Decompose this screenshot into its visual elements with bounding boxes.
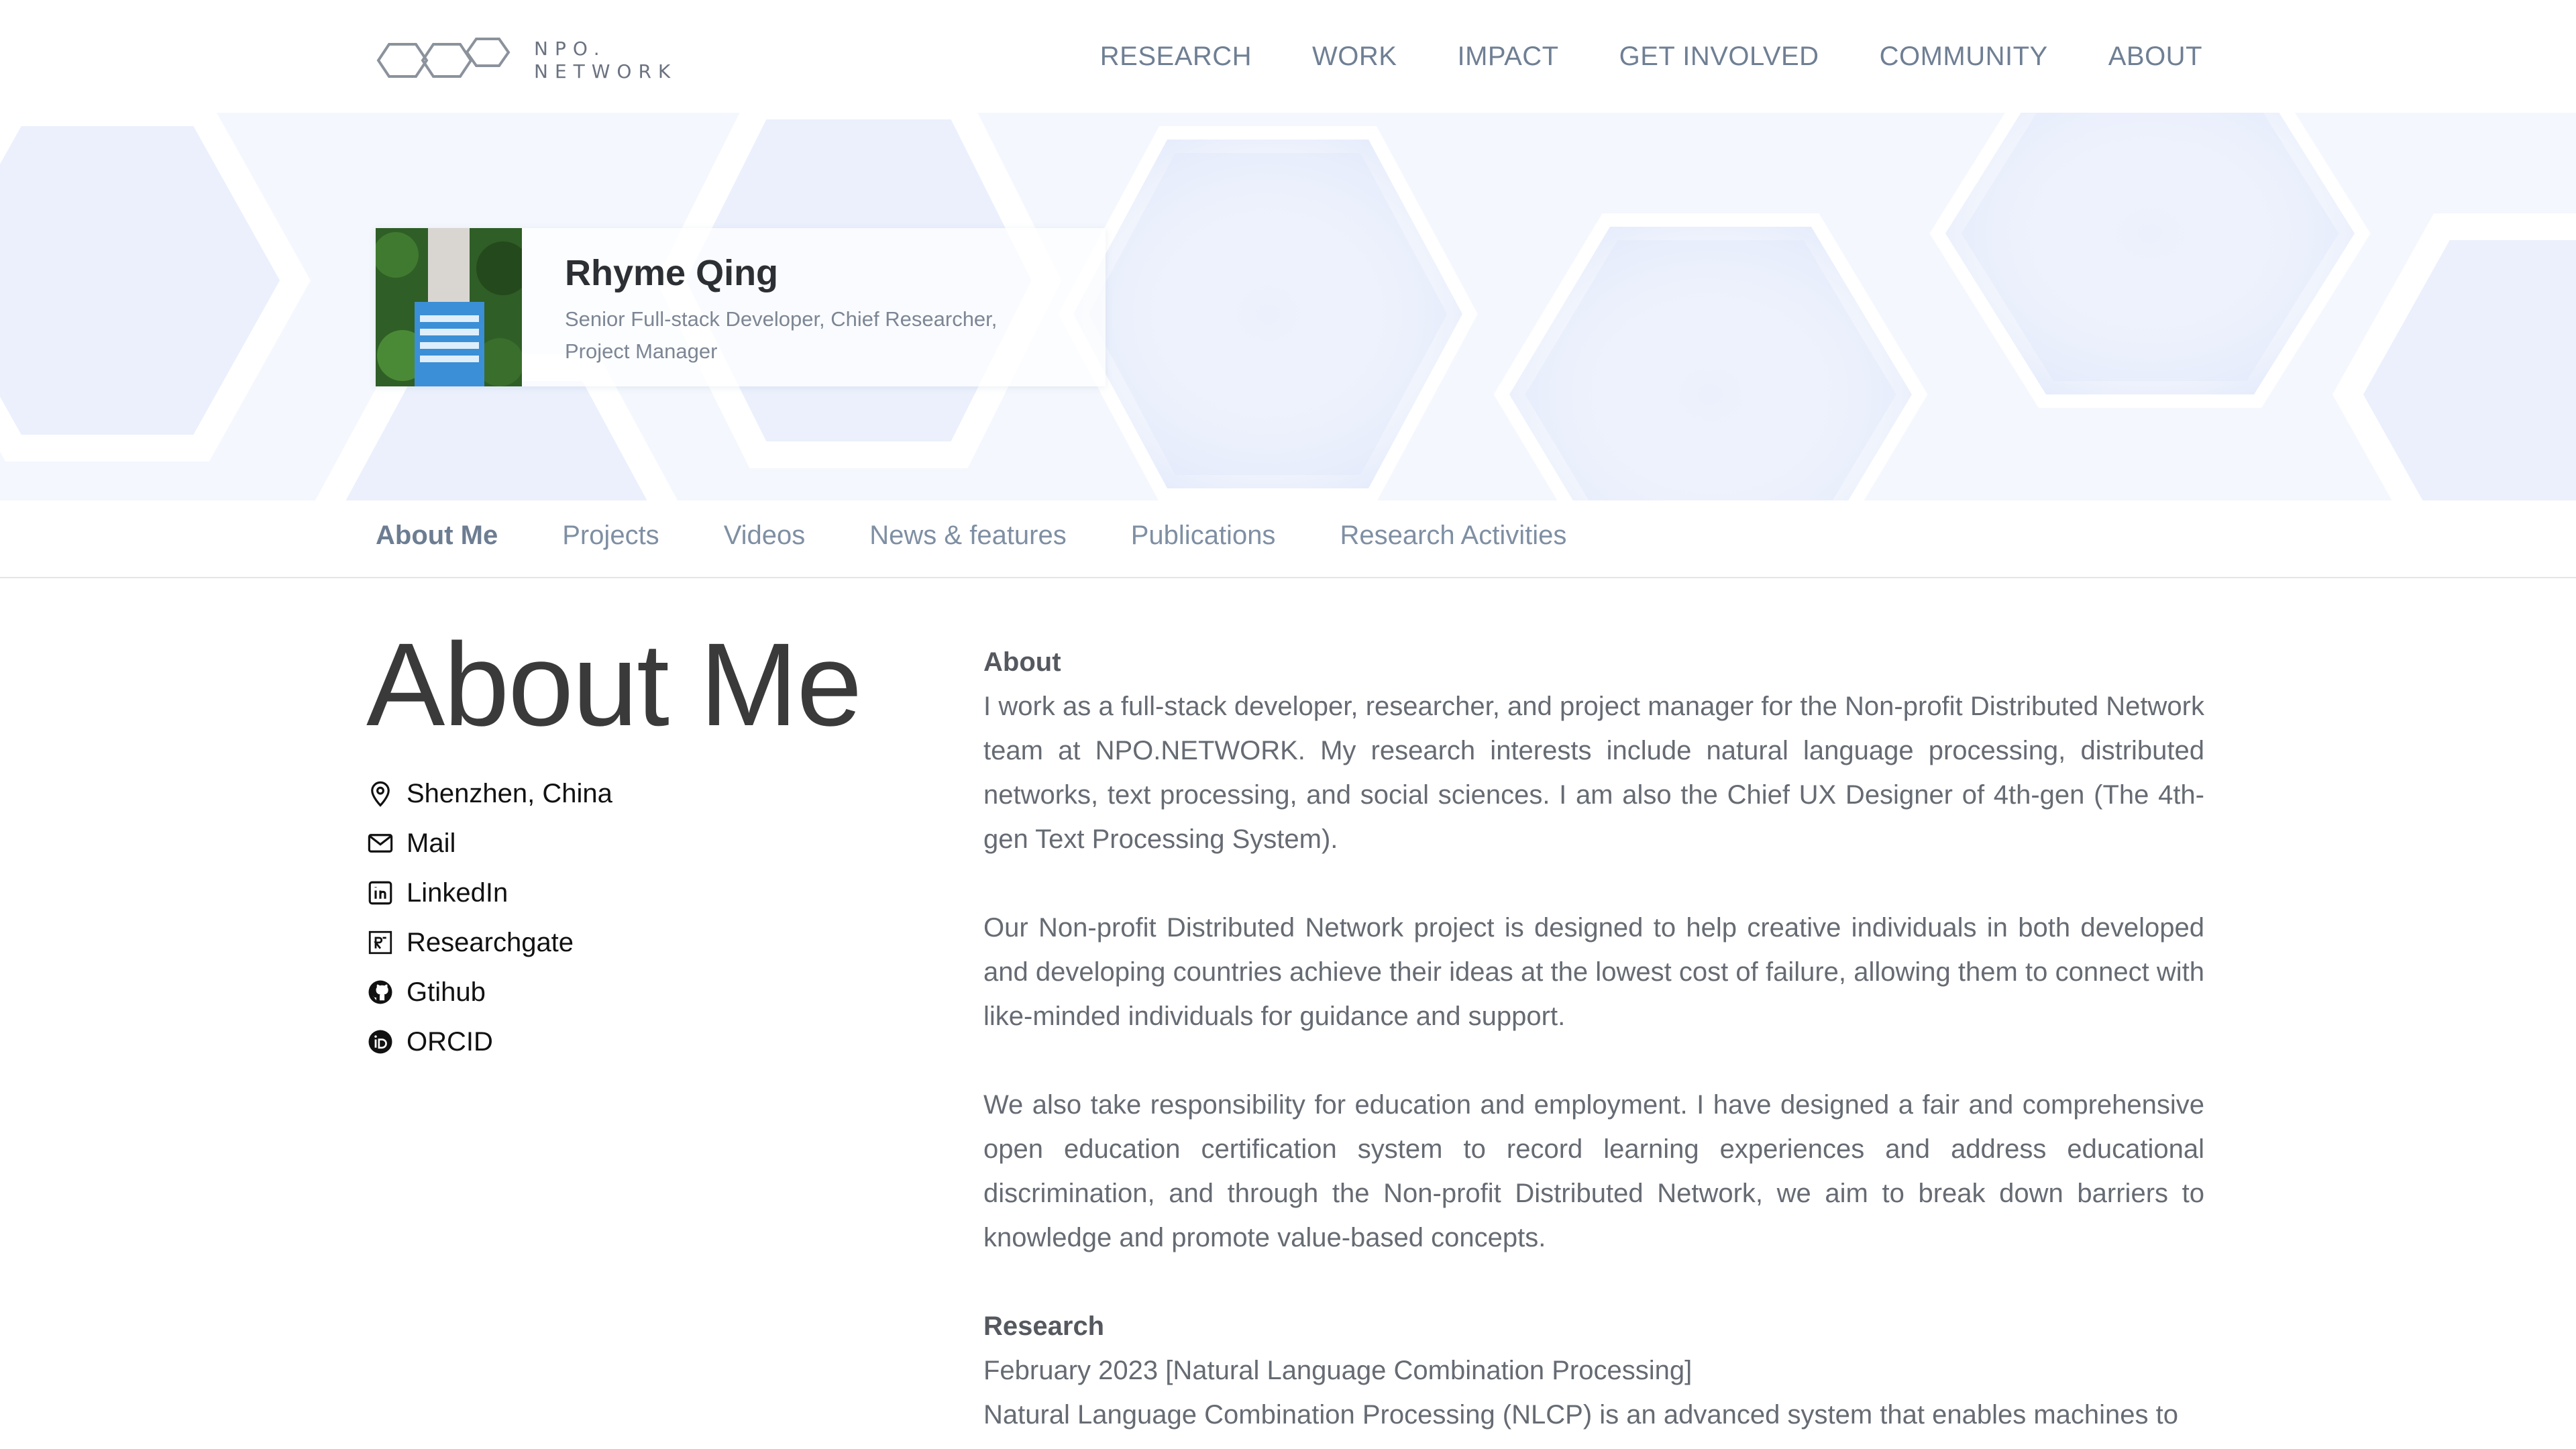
about-paragraph-2: Our Non-profit Distributed Network proje… — [983, 913, 2204, 1031]
profile-role: Senior Full-stack Developer, Chief Resea… — [565, 307, 998, 363]
nav-get-involved[interactable]: GET INVOLVED — [1619, 42, 1819, 72]
tab-publications[interactable]: Publications — [1131, 521, 1276, 551]
location-pin-icon — [366, 780, 394, 808]
contact-list: Shenzhen, China Mail LinkedIn Researchga… — [366, 769, 612, 1067]
contact-location-label: Shenzhen, China — [407, 778, 612, 808]
research-date: February 2023 [Natural Language Combinat… — [983, 1356, 1693, 1385]
profile-avatar — [376, 228, 522, 386]
research-text: Natural Language Combination Processing … — [983, 1400, 2178, 1430]
tab-research-activities[interactable]: Research Activities — [1340, 521, 1566, 551]
page-title: About Me — [366, 619, 862, 751]
tab-projects[interactable]: Projects — [562, 521, 659, 551]
logo-line-2: NETWORK — [534, 60, 678, 83]
contact-linkedin-label[interactable]: LinkedIn — [407, 878, 508, 908]
about-paragraph-3: We also take responsibility for educatio… — [983, 1090, 2204, 1252]
page: NPO. NETWORK RESEARCH WORK IMPACT GET IN… — [0, 0, 2576, 1449]
logo-hexagons-icon — [376, 38, 511, 78]
tab-about-me[interactable]: About Me — [376, 521, 498, 551]
mail-icon — [366, 829, 394, 857]
logo-line-1: NPO. — [534, 38, 606, 60]
about-heading: About — [983, 647, 1061, 677]
contact-mail-label[interactable]: Mail — [407, 828, 455, 859]
tab-news-features[interactable]: News & features — [869, 521, 1066, 551]
profile-hero: Rhyme Qing Senior Full-stack Developer, … — [0, 113, 2576, 500]
contact-researchgate-label[interactable]: Researchgate — [407, 928, 574, 958]
site-logo[interactable]: NPO. NETWORK — [374, 32, 696, 89]
researchgate-icon — [366, 928, 394, 957]
research-heading: Research — [983, 1311, 1105, 1341]
site-header: NPO. NETWORK RESEARCH WORK IMPACT GET IN… — [0, 0, 2576, 113]
nav-impact[interactable]: IMPACT — [1457, 42, 1558, 72]
github-icon — [366, 978, 394, 1006]
main-nav: RESEARCH WORK IMPACT GET INVOLVED COMMUN… — [1100, 38, 2202, 75]
nav-community[interactable]: COMMUNITY — [1880, 42, 2048, 72]
linkedin-icon — [366, 879, 394, 907]
contact-mail[interactable]: Mail — [366, 818, 612, 868]
about-content: About I work as a full-stack developer, … — [983, 640, 2204, 1437]
contact-orcid-label[interactable]: ORCID — [407, 1027, 493, 1057]
contact-researchgate[interactable]: Researchgate — [366, 918, 612, 967]
nav-about[interactable]: ABOUT — [2108, 42, 2202, 72]
contact-linkedin[interactable]: LinkedIn — [366, 868, 612, 918]
tab-videos[interactable]: Videos — [724, 521, 806, 551]
nav-work[interactable]: WORK — [1312, 42, 1397, 72]
profile-tabs: About Me Projects Videos News & features… — [0, 500, 2576, 578]
profile-name: Rhyme Qing — [565, 253, 779, 293]
contact-orcid[interactable]: ORCID — [366, 1017, 612, 1067]
orcid-icon — [366, 1028, 394, 1056]
profile-card: Rhyme Qing Senior Full-stack Developer, … — [376, 228, 1106, 386]
nav-research[interactable]: RESEARCH — [1100, 42, 1252, 72]
contact-github[interactable]: Gtihub — [366, 967, 612, 1017]
contact-location: Shenzhen, China — [366, 769, 612, 818]
about-paragraph-1: I work as a full-stack developer, resear… — [983, 692, 2204, 854]
contact-github-label[interactable]: Gtihub — [407, 977, 486, 1008]
logo-wordmark: NPO. NETWORK — [534, 38, 677, 83]
